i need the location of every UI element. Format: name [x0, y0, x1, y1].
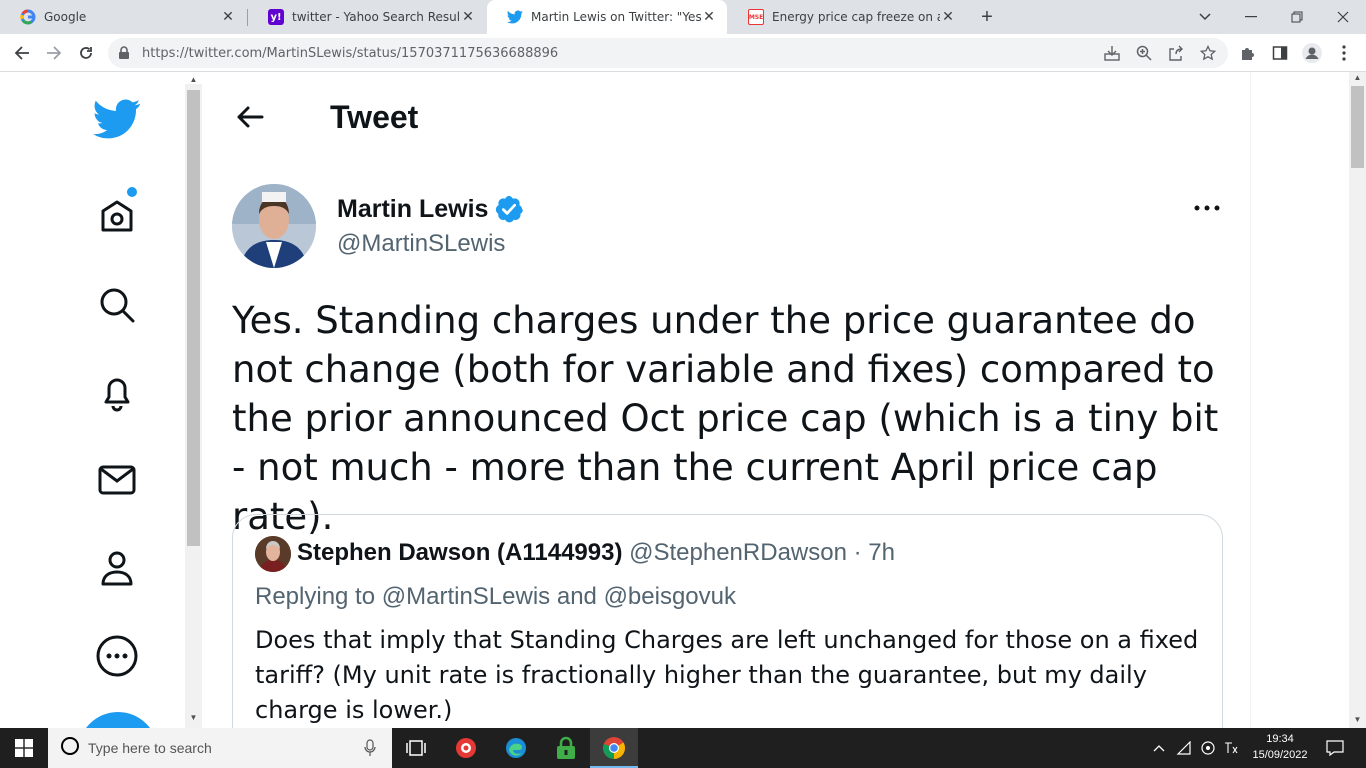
browser-toolbar: https://twitter.com/MartinSLewis/status/…	[0, 34, 1366, 72]
extensions-puzzle-icon[interactable]	[1238, 43, 1258, 63]
quote-header: Stephen Dawson (A1144993) @StephenRDawso…	[297, 539, 895, 567]
install-app-icon[interactable]	[1102, 43, 1122, 63]
author-handle[interactable]: @MartinSLewis	[337, 230, 505, 258]
chevron-up-icon[interactable]	[1150, 728, 1168, 768]
close-tab-icon[interactable]: ✕	[460, 9, 476, 25]
chrome-icon	[602, 736, 626, 765]
more-options-icon[interactable]	[92, 631, 142, 681]
tab-title: twitter - Yahoo Search Results	[292, 10, 460, 24]
avatar[interactable]	[255, 536, 291, 572]
profile-icon[interactable]	[92, 543, 142, 593]
minimize-icon[interactable]	[1228, 0, 1274, 34]
notification-dot	[127, 187, 137, 197]
close-tab-icon[interactable]: ✕	[220, 9, 236, 25]
profile-avatar-icon[interactable]	[1302, 43, 1322, 63]
twitter-icon	[507, 9, 523, 25]
input-language-icon[interactable]	[1220, 728, 1242, 768]
quote-replying-to: Replying to @MartinSLewis and @beisgovuk	[255, 583, 736, 611]
quote-author-meta[interactable]: @StephenRDawson · 7h	[629, 539, 895, 566]
page-title: Tweet	[330, 99, 419, 135]
reply-mention-2[interactable]: @beisgovuk	[604, 583, 736, 610]
task-view-icon[interactable]	[392, 728, 440, 768]
lock-icon	[118, 46, 132, 60]
reply-and: and	[556, 583, 597, 610]
app-red-icon[interactable]	[442, 728, 490, 768]
tab-search-chevron-icon[interactable]	[1182, 0, 1228, 34]
lock-app-icon[interactable]	[542, 728, 590, 768]
tab-title: Google	[44, 10, 87, 24]
windows-taskbar: Type here to search 19:34 15/09/2022	[0, 728, 1366, 768]
search-placeholder: Type here to search	[88, 740, 212, 756]
back-arrow-icon[interactable]	[232, 99, 268, 135]
twitter-page: ▲ ▼ Tweet Martin Lewis @MartinSLewis Yes…	[0, 72, 1366, 728]
menu-kebab-icon[interactable]	[1334, 43, 1354, 63]
inner-scrollbar[interactable]: ▲ ▼	[185, 76, 202, 728]
address-bar[interactable]: https://twitter.com/MartinSLewis/status/…	[108, 38, 1228, 68]
tweet-detail-column: Tweet Martin Lewis @MartinSLewis Yes. St…	[202, 72, 1251, 728]
mse-icon: MSE	[748, 9, 764, 25]
scroll-down-icon[interactable]: ▼	[1352, 716, 1363, 724]
yahoo-icon: y!	[268, 9, 284, 25]
close-window-icon[interactable]	[1320, 0, 1366, 34]
tab-twitter[interactable]: Martin Lewis on Twitter: "Yes. Sta ✕	[487, 0, 727, 34]
author-name-text: Martin Lewis	[337, 194, 489, 223]
quote-text: Does that imply that Standing Charges ar…	[255, 626, 1199, 724]
reply-prefix: Replying to	[255, 583, 376, 610]
scroll-down-icon[interactable]: ▼	[188, 714, 199, 722]
tab-google[interactable]: Google ✕	[0, 0, 246, 34]
close-tab-icon[interactable]: ✕	[701, 9, 717, 25]
scroll-up-icon[interactable]: ▲	[188, 76, 199, 84]
quoted-tweet[interactable]: Stephen Dawson (A1144993) @StephenRDawso…	[232, 514, 1223, 728]
search-icon	[60, 736, 80, 761]
new-tab-button[interactable]: +	[976, 6, 998, 28]
google-icon	[20, 9, 36, 25]
reload-icon[interactable]	[72, 39, 100, 67]
quote-author-name[interactable]: Stephen Dawson (A1144993)	[297, 539, 622, 566]
page-scrollbar[interactable]: ▲ ▼	[1349, 72, 1366, 728]
tab-title: Martin Lewis on Twitter: "Yes. Sta	[531, 10, 701, 24]
tab-yahoo[interactable]: y! twitter - Yahoo Search Results ✕	[248, 0, 486, 34]
more-dots-icon[interactable]	[1190, 198, 1224, 218]
clock-time: 19:34	[1266, 733, 1294, 745]
scroll-up-icon[interactable]: ▲	[1352, 74, 1363, 82]
side-panel-icon[interactable]	[1270, 43, 1290, 63]
taskbar-search-input[interactable]: Type here to search	[48, 728, 392, 768]
wifi-icon[interactable]	[1174, 728, 1194, 768]
restore-icon[interactable]	[1274, 0, 1320, 34]
avatar[interactable]	[232, 184, 316, 268]
reply-mention-1[interactable]: @MartinSLewis	[382, 583, 550, 610]
twitter-sidebar-nav	[70, 72, 165, 728]
scrollbar-thumb[interactable]	[1351, 86, 1364, 168]
notifications-center-icon[interactable]	[1320, 728, 1350, 768]
notifications-bell-icon[interactable]	[92, 367, 142, 417]
compose-tweet-button[interactable]	[78, 712, 158, 728]
scrollbar-thumb[interactable]	[187, 90, 200, 546]
bookmark-star-icon[interactable]	[1198, 43, 1218, 63]
share-icon[interactable]	[1166, 43, 1186, 63]
zoom-icon[interactable]	[1134, 43, 1154, 63]
messages-mail-icon[interactable]	[92, 455, 142, 505]
tab-mse[interactable]: MSE Energy price cap freeze on a fixed ✕	[728, 0, 966, 34]
tweet-text: Yes. Standing charges under the price gu…	[232, 299, 1219, 538]
home-icon[interactable]	[92, 192, 142, 242]
clock-date: 15/09/2022	[1252, 749, 1308, 761]
back-arrow-icon[interactable]	[8, 39, 36, 67]
author-name[interactable]: Martin Lewis	[337, 194, 524, 224]
edge-icon[interactable]	[492, 728, 540, 768]
twitter-logo-icon[interactable]	[92, 94, 142, 144]
url-text: https://twitter.com/MartinSLewis/status/…	[142, 45, 559, 61]
volume-icon[interactable]	[1198, 728, 1218, 768]
tab-title: Energy price cap freeze on a fixed	[772, 10, 940, 24]
close-tab-icon[interactable]: ✕	[940, 9, 956, 25]
microphone-icon[interactable]	[364, 739, 376, 762]
windows-start-icon[interactable]	[0, 728, 48, 768]
chrome-taskbar-button[interactable]	[590, 728, 638, 768]
search-icon[interactable]	[92, 280, 142, 330]
forward-arrow-icon[interactable]	[40, 39, 68, 67]
verified-badge-icon	[496, 195, 524, 223]
taskbar-clock[interactable]: 19:34 15/09/2022	[1248, 731, 1312, 763]
tab-strip: Google ✕ y! twitter - Yahoo Search Resul…	[0, 0, 1366, 34]
